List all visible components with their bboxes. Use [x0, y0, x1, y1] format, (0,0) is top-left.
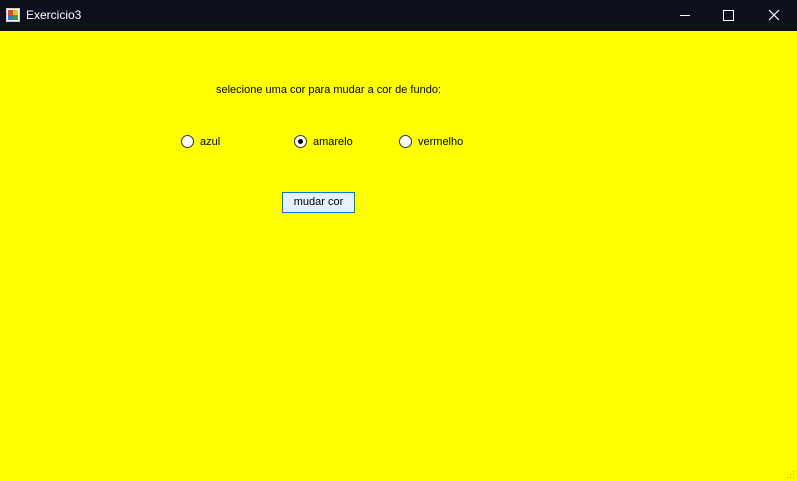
maximize-icon [723, 10, 734, 21]
minimize-icon [680, 15, 690, 16]
radio-circle [399, 135, 412, 148]
close-button[interactable] [751, 0, 797, 31]
radio-label-vermelho: vermelho [418, 136, 464, 148]
close-icon [768, 9, 780, 21]
minimize-button[interactable] [662, 0, 708, 31]
resize-grip-icon[interactable] [785, 469, 795, 479]
title-bar[interactable]: Exercicio3 [0, 0, 797, 31]
radio-circle [294, 135, 307, 148]
form-client-area: selecione uma cor para mudar a cor de fu… [0, 31, 797, 481]
radio-label-azul: azul [200, 136, 221, 148]
radio-label-amarelo: amarelo [313, 136, 353, 148]
app-icon [6, 8, 20, 22]
radio-circle [181, 135, 194, 148]
maximize-button[interactable] [706, 0, 752, 31]
mudar-cor-button[interactable]: mudar cor [282, 192, 355, 213]
window-title: Exercicio3 [26, 8, 82, 22]
prompt-label: selecione uma cor para mudar a cor de fu… [216, 84, 442, 96]
app-window: Exercicio3 selecione uma cor para mudar … [0, 0, 797, 481]
radio-vermelho[interactable]: vermelho [399, 134, 474, 150]
radio-azul[interactable]: azul [181, 134, 231, 150]
radio-amarelo[interactable]: amarelo [294, 134, 364, 150]
